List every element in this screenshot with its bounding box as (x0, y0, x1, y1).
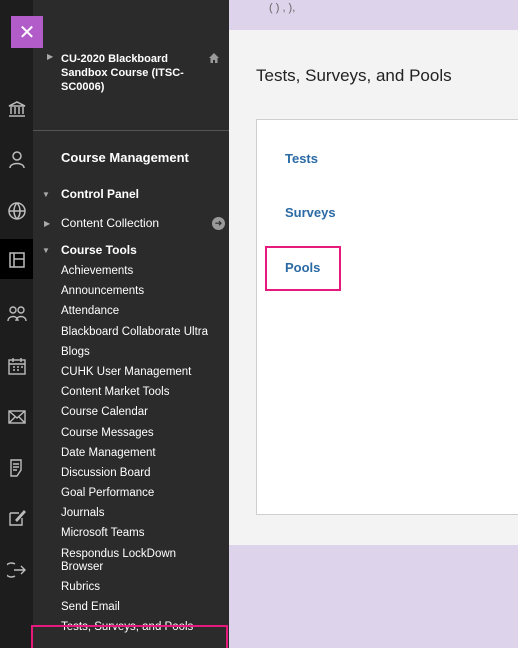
menu-item-discussion-board[interactable]: Discussion Board (61, 467, 229, 487)
menu-item-course-messages[interactable]: Course Messages (61, 427, 229, 447)
control-panel-collapse-icon[interactable]: ▼ (42, 190, 50, 199)
content-collection-item[interactable]: Content Collection (61, 216, 159, 230)
course-expand-arrow-icon[interactable]: ▶ (47, 52, 53, 61)
menu-item-announcements[interactable]: Announcements (61, 285, 229, 305)
global-nav-rail (0, 0, 33, 648)
surveys-link[interactable]: Surveys (285, 205, 336, 220)
top-strip: ( ) , ), (229, 0, 518, 30)
tests-link[interactable]: Tests (285, 151, 318, 166)
menu-item-microsoft-teams[interactable]: Microsoft Teams (61, 527, 229, 547)
course-title[interactable]: CU-2020 Blackboard Sandbox Course (ITSC-… (61, 52, 201, 94)
user-icon[interactable] (4, 146, 30, 172)
content-collection-arrow-icon[interactable]: ➜ (212, 217, 225, 230)
menu-item-achievements[interactable]: Achievements (61, 265, 229, 285)
menu-item-attendance[interactable]: Attendance (61, 305, 229, 325)
grades-icon[interactable] (4, 455, 30, 481)
institution-icon[interactable] (4, 96, 30, 122)
home-icon[interactable] (208, 52, 220, 64)
course-tools-collapse-icon[interactable]: ▼ (42, 246, 50, 255)
content-panel (256, 119, 518, 515)
close-icon: ✕ (18, 21, 36, 44)
courses-icon[interactable] (4, 247, 30, 273)
calendar-icon[interactable] (4, 353, 30, 379)
groups-icon[interactable] (4, 301, 30, 327)
pools-highlight (265, 246, 341, 291)
active-menu-highlight (31, 625, 228, 648)
menu-item-send-email[interactable]: Send Email (61, 601, 229, 621)
course-tools-heading[interactable]: Course Tools (61, 243, 137, 257)
tools-icon[interactable] (4, 505, 30, 531)
course-tools-list: Achievements Announcements Attendance Bl… (61, 265, 229, 641)
close-menu-button[interactable]: ✕ (11, 16, 43, 48)
menu-item-course-calendar[interactable]: Course Calendar (61, 406, 229, 426)
course-menu: ▶ CU-2020 Blackboard Sandbox Course (ITS… (33, 0, 229, 648)
menu-item-blackboard-collaborate-ultra[interactable]: Blackboard Collaborate Ultra (61, 326, 229, 346)
menu-item-blogs[interactable]: Blogs (61, 346, 229, 366)
menu-item-goal-performance[interactable]: Goal Performance (61, 487, 229, 507)
control-panel-heading[interactable]: Control Panel (61, 187, 139, 201)
menu-item-content-market-tools[interactable]: Content Market Tools (61, 386, 229, 406)
menu-item-journals[interactable]: Journals (61, 507, 229, 527)
menu-item-date-management[interactable]: Date Management (61, 447, 229, 467)
page-title: Tests, Surveys, and Pools (256, 66, 452, 85)
content-collection-expand-icon[interactable]: ▶ (44, 219, 50, 228)
menu-item-cuhk-user-management[interactable]: CUHK User Management (61, 366, 229, 386)
mail-icon[interactable] (4, 404, 30, 430)
globe-icon[interactable] (4, 198, 30, 224)
course-management-heading: Course Management (61, 150, 189, 165)
menu-item-respondus-lockdown-browser[interactable]: Respondus LockDown Browser (61, 548, 191, 581)
menu-item-rubrics[interactable]: Rubrics (61, 581, 229, 601)
menu-divider (33, 130, 229, 131)
sign-out-icon[interactable] (4, 557, 30, 583)
top-partial-text: ( ) , ), (269, 2, 296, 14)
